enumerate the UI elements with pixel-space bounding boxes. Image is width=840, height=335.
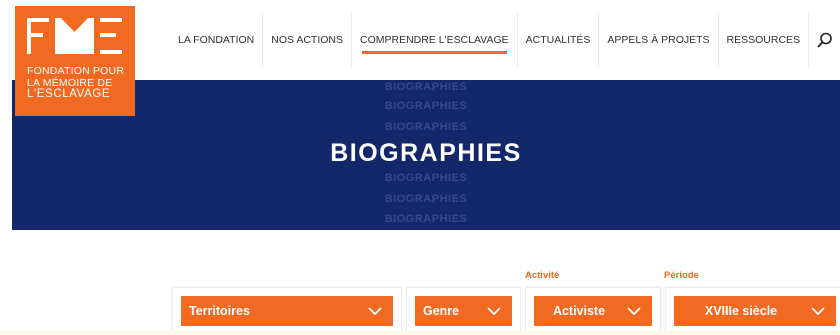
activite-select[interactable]: Activiste [534, 296, 652, 326]
banner-ghost-text: BIOGRAPHIES [384, 121, 468, 133]
nav-item-actualites[interactable]: ACTUALITÉS [518, 12, 600, 68]
filter-card-periode: XVIIIe siècle [665, 287, 840, 335]
banner-ghost-text: BIOGRAPHIES [384, 193, 468, 205]
logo-line: L'ESCLAVAGE [27, 88, 111, 100]
genre-value: Genre [423, 304, 460, 318]
search-button[interactable] [809, 12, 840, 68]
nav-item-appels-projets[interactable]: APPELS À PROJETS [599, 12, 719, 68]
filter-label-activite: Activité [525, 270, 560, 281]
nav-item-la-fondation[interactable]: LA FONDATION [170, 12, 264, 68]
content-background-strip [0, 330, 840, 335]
periode-value: XVIIIe siècle [704, 304, 778, 318]
banner-ghost-text: BIOGRAPHIES [384, 213, 468, 225]
territoires-value: Territoires [189, 304, 250, 318]
periode-select[interactable]: XVIIIe siècle [674, 296, 836, 326]
nav-item-ressources[interactable]: RESSOURCES [719, 12, 810, 68]
hero-banner: BIOGRAPHIES BIOGRAPHIES BIOGRAPHIES BIOG… [12, 80, 840, 230]
filter-card-genre: Genre [406, 287, 521, 335]
banner-ghost-text: BIOGRAPHIES [384, 100, 468, 112]
chevron-down-icon [811, 307, 825, 316]
fme-logo-mark [27, 18, 122, 54]
filter-card-territoires: Territoires [172, 287, 402, 335]
banner-ghost-text: BIOGRAPHIES [384, 81, 468, 93]
chevron-down-icon [627, 307, 641, 316]
filter-card-activite: Activiste [525, 287, 661, 335]
logo-line: FONDATION POUR [27, 65, 125, 77]
logo-text: FONDATION POUR LA MÉMOIRE DE L'ESCLAVAGE [27, 65, 131, 101]
territoires-select[interactable]: Territoires [181, 296, 393, 326]
chevron-down-icon [368, 307, 382, 316]
filter-label-periode: Période [664, 270, 699, 281]
page-title: BIOGRAPHIES [330, 139, 522, 167]
activite-value: Activiste [552, 304, 606, 318]
search-icon [817, 32, 832, 48]
site-logo[interactable]: FONDATION POUR LA MÉMOIRE DE L'ESCLAVAGE [15, 6, 135, 116]
chevron-down-icon [487, 307, 501, 316]
nav-item-nos-actions[interactable]: NOS ACTIONS [263, 12, 352, 68]
filters-bar: Activité Période Territoires Genre Activ… [0, 262, 840, 335]
genre-select[interactable]: Genre [415, 296, 512, 326]
main-nav: LA FONDATION NOS ACTIONS COMPRENDRE L'ES… [170, 0, 840, 80]
nav-item-comprendre-esclavage[interactable]: COMPRENDRE L'ESCLAVAGE [352, 12, 518, 68]
banner-ghost-text: BIOGRAPHIES [384, 172, 468, 184]
